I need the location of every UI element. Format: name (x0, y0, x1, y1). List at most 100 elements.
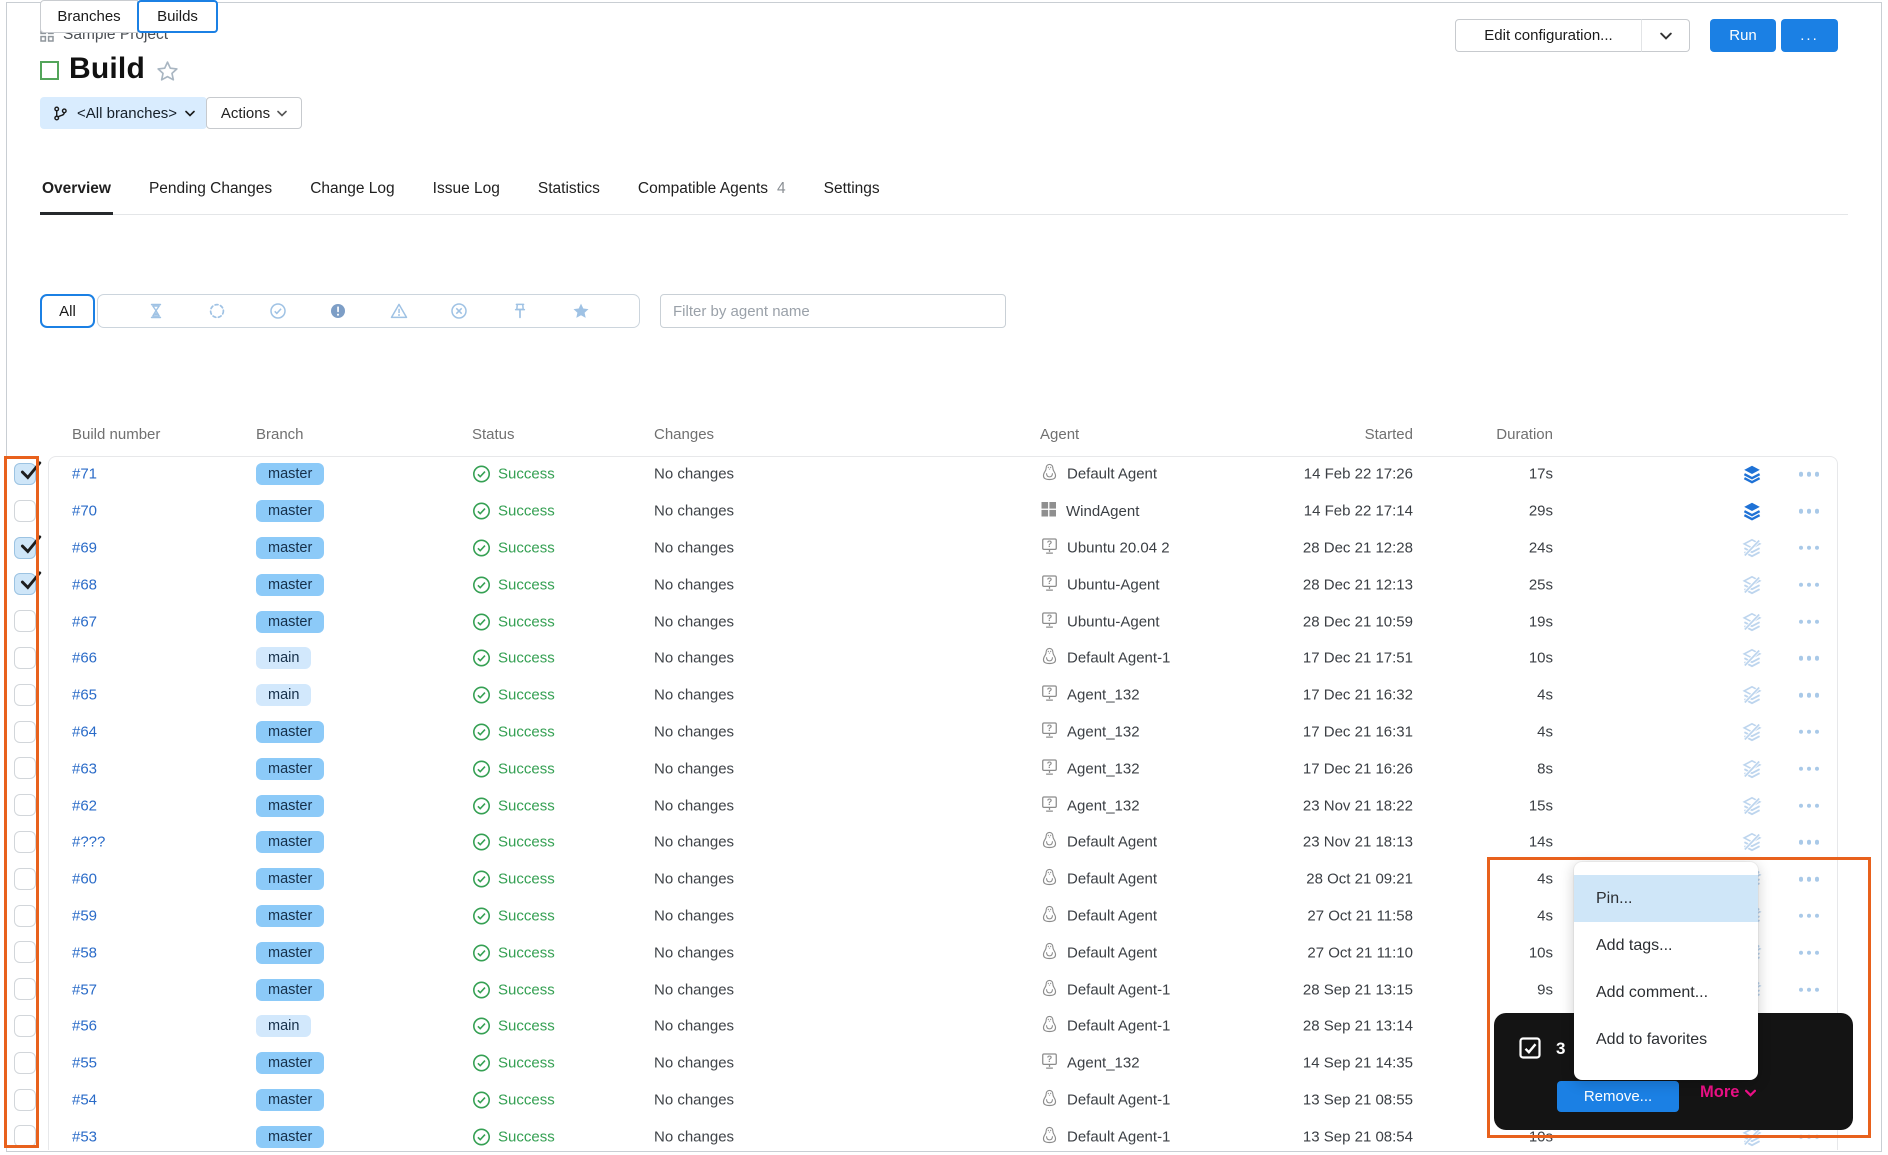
artifacts-icon[interactable] (1742, 722, 1762, 742)
row-actions-button[interactable] (1794, 840, 1824, 845)
row-checkbox[interactable] (14, 794, 36, 816)
agent-cell[interactable]: Default Agent-1 (1040, 1015, 1170, 1038)
table-row[interactable]: #66 main Success No changes Default Agen… (48, 640, 1838, 677)
row-actions-button[interactable] (1794, 546, 1824, 551)
row-actions-button[interactable] (1794, 951, 1824, 956)
col-status[interactable]: Status (472, 426, 515, 443)
row-actions-button[interactable] (1794, 1134, 1824, 1139)
tab-change-log[interactable]: Change Log (308, 170, 396, 214)
build-status[interactable]: Success (472, 796, 555, 815)
row-checkbox-checked[interactable] (14, 573, 36, 595)
row-checkbox[interactable] (14, 684, 36, 706)
row-actions-button[interactable] (1794, 693, 1824, 698)
tab-pending-changes[interactable]: Pending Changes (147, 170, 274, 214)
actions-button[interactable]: Actions (206, 97, 302, 129)
build-status[interactable]: Success (472, 502, 555, 521)
table-row[interactable]: #65 main Success No changes ?Agent_132 1… (48, 677, 1838, 714)
agent-filter-input[interactable] (660, 294, 1006, 328)
build-number-link[interactable]: #59 (72, 907, 97, 924)
branch-tag[interactable]: master (256, 905, 324, 927)
run-button[interactable]: Run (1710, 19, 1776, 52)
build-number-link[interactable]: #64 (72, 723, 97, 740)
tab-overview[interactable]: Overview (40, 170, 113, 214)
tab-issue-log[interactable]: Issue Log (431, 170, 502, 214)
table-row[interactable]: #63 master Success No changes ?Agent_132… (48, 750, 1838, 787)
table-row[interactable]: #58 master Success No changes Default Ag… (48, 934, 1838, 971)
table-row[interactable]: #62 master Success No changes ?Agent_132… (48, 787, 1838, 824)
more-button[interactable]: More (1700, 1083, 1756, 1102)
build-number-link[interactable]: #69 (72, 539, 97, 556)
agent-cell[interactable]: ?Ubuntu-Agent (1040, 610, 1160, 633)
branch-tag[interactable]: master (256, 1126, 324, 1148)
branch-tag[interactable]: master (256, 537, 324, 559)
favorite-star-icon[interactable] (155, 59, 180, 84)
warning-filter-icon[interactable] (390, 302, 408, 320)
toggle-branches[interactable]: Branches (40, 0, 138, 33)
row-checkbox[interactable] (14, 1125, 36, 1147)
build-status[interactable]: Success (472, 1090, 555, 1109)
row-actions-button[interactable] (1794, 656, 1824, 661)
build-status[interactable]: Success (472, 649, 555, 668)
branch-tag[interactable]: master (256, 721, 324, 743)
build-number-link[interactable]: #68 (72, 576, 97, 593)
build-number-link[interactable]: #55 (72, 1055, 97, 1072)
build-number-link[interactable]: #70 (72, 503, 97, 520)
pinned-filter-icon[interactable] (511, 302, 529, 320)
agent-cell[interactable]: Default Agent (1040, 463, 1157, 486)
build-number-link[interactable]: #57 (72, 981, 97, 998)
agent-cell[interactable]: Default Agent (1040, 904, 1157, 927)
table-row[interactable]: #70 master Success No changes WindAgent … (48, 493, 1838, 530)
menu-item-add-to-favorites[interactable]: Add to favorites (1574, 1016, 1758, 1063)
row-actions-button[interactable] (1794, 619, 1824, 624)
artifacts-icon[interactable] (1742, 796, 1762, 816)
artifacts-icon[interactable] (1742, 538, 1762, 558)
artifacts-icon[interactable] (1742, 832, 1762, 852)
build-status[interactable]: Success (472, 980, 555, 999)
table-row[interactable]: #60 master Success No changes Default Ag… (48, 861, 1838, 898)
artifacts-icon[interactable] (1742, 685, 1762, 705)
artifacts-icon[interactable] (1742, 464, 1762, 484)
col-build-number[interactable]: Build number (72, 426, 160, 443)
branch-tag[interactable]: master (256, 942, 324, 964)
col-changes[interactable]: Changes (654, 426, 714, 443)
build-status[interactable]: Success (472, 465, 555, 484)
build-status[interactable]: Success (472, 575, 555, 594)
branch-tag[interactable]: master (256, 463, 324, 485)
row-checkbox[interactable] (14, 1089, 36, 1111)
row-actions-button[interactable] (1794, 914, 1824, 919)
table-row[interactable]: #??? master Success No changes Default A… (48, 824, 1838, 861)
agent-cell[interactable]: WindAgent (1040, 500, 1139, 522)
agent-cell[interactable]: ?Agent_132 (1040, 757, 1140, 780)
branch-selector[interactable]: <All branches> (40, 97, 207, 129)
edit-configuration-button[interactable]: Edit configuration... (1455, 19, 1642, 52)
row-actions-button[interactable] (1794, 583, 1824, 588)
row-checkbox-checked[interactable] (14, 463, 36, 485)
row-checkbox[interactable] (14, 757, 36, 779)
row-checkbox-checked[interactable] (14, 537, 36, 559)
build-number-link[interactable]: #60 (72, 871, 97, 888)
branch-tag[interactable]: master (256, 1052, 324, 1074)
run-overflow-button[interactable]: ... (1781, 19, 1838, 52)
menu-item-add-comment[interactable]: Add comment... (1574, 969, 1758, 1016)
agent-cell[interactable]: ?Agent_132 (1040, 1052, 1140, 1075)
build-number-link[interactable]: #??? (72, 834, 105, 851)
artifacts-icon[interactable] (1742, 612, 1762, 632)
artifacts-icon[interactable] (1742, 501, 1762, 521)
row-checkbox[interactable] (14, 610, 36, 632)
toggle-builds[interactable]: Builds (137, 0, 218, 33)
branch-tag[interactable]: master (256, 758, 324, 780)
branch-tag[interactable]: main (256, 647, 311, 669)
menu-item-pin[interactable]: Pin... (1574, 875, 1758, 922)
canceled-filter-icon[interactable] (450, 302, 468, 320)
menu-item-add-tags[interactable]: Add tags... (1574, 922, 1758, 969)
build-status[interactable]: Success (472, 1127, 555, 1146)
row-actions-button[interactable] (1794, 472, 1824, 477)
build-number-link[interactable]: #58 (72, 944, 97, 961)
agent-cell[interactable]: Default Agent-1 (1040, 1088, 1170, 1111)
remove-button[interactable]: Remove... (1557, 1081, 1679, 1112)
row-actions-button[interactable] (1794, 877, 1824, 882)
branch-tag[interactable]: master (256, 868, 324, 890)
row-actions-button[interactable] (1794, 803, 1824, 808)
build-number-link[interactable]: #62 (72, 797, 97, 814)
row-checkbox[interactable] (14, 647, 36, 669)
